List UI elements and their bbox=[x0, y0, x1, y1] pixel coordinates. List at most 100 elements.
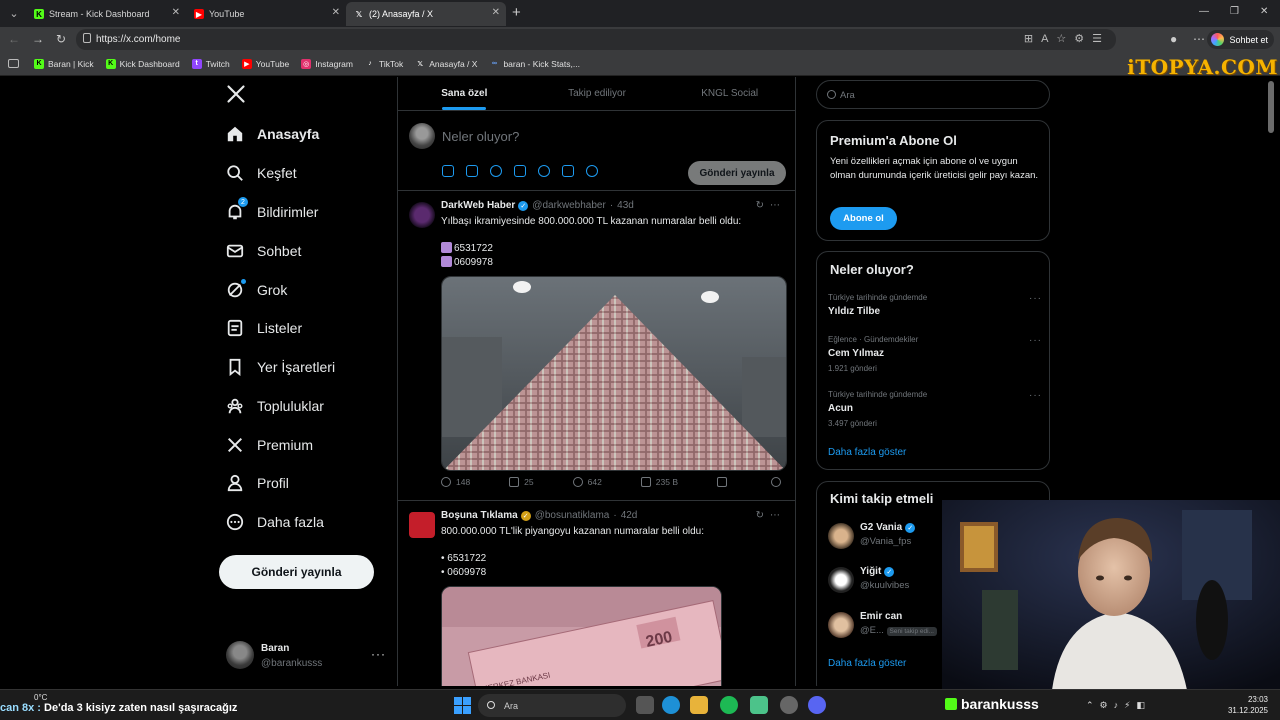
clock[interactable]: 23:03 31.12.2025 bbox=[1228, 694, 1268, 716]
nav-grok[interactable]: Grok bbox=[226, 275, 287, 305]
discord-icon[interactable] bbox=[808, 696, 826, 714]
tab-actions-menu[interactable]: ⌄ bbox=[4, 4, 24, 23]
post-button[interactable]: Gönderi yayınla bbox=[219, 555, 374, 589]
maximize-icon[interactable]: ❐ bbox=[1230, 6, 1239, 17]
views-button[interactable]: 235 B bbox=[640, 477, 678, 487]
author-name: DarkWeb Haber bbox=[441, 200, 516, 211]
back-icon[interactable]: ← bbox=[8, 32, 20, 46]
system-tray[interactable]: ⌃⚙♪⚡◧ bbox=[1086, 700, 1151, 711]
tab-kick-dashboard[interactable]: K Stream - Kick Dashboard ✕ bbox=[26, 2, 186, 26]
tab-kngl-social[interactable]: KNGL Social bbox=[663, 77, 796, 110]
avatar[interactable] bbox=[409, 202, 435, 228]
post-menu[interactable]: ↻⋯ bbox=[756, 200, 786, 211]
schedule-icon[interactable] bbox=[562, 165, 574, 177]
bookmark-kick-dashboard[interactable]: K Kick Dashboard bbox=[105, 58, 180, 69]
bookmark-x[interactable]: 𝕏 Anasayfa / X bbox=[415, 59, 477, 69]
trend-count: 3.497 gönderi bbox=[828, 419, 877, 428]
spotify-icon[interactable] bbox=[720, 696, 738, 714]
bookmark-button[interactable] bbox=[717, 477, 732, 487]
copilot-chat-button[interactable]: Sohbet et bbox=[1207, 30, 1274, 49]
forward-icon[interactable]: → bbox=[32, 32, 44, 46]
sidebar-toggle-icon[interactable] bbox=[8, 59, 19, 68]
nav-lists[interactable]: Listeler bbox=[226, 313, 302, 343]
nav-home[interactable]: Anasayfa bbox=[226, 119, 319, 149]
post-image[interactable]: 200 MERKEZ BANKASI bbox=[441, 586, 722, 686]
post-author[interactable]: DarkWeb Haber ✓ @darkwebhaber · 43d bbox=[441, 200, 634, 211]
profile-icon[interactable]: ● bbox=[1170, 32, 1177, 46]
chat-user: can 8x : bbox=[0, 702, 41, 714]
nav-more[interactable]: Daha fazla bbox=[226, 507, 324, 537]
close-icon[interactable]: ✕ bbox=[172, 7, 180, 18]
search-input[interactable]: Ara bbox=[816, 80, 1050, 109]
follow-suggestion[interactable]: Emir can @E... Seni takip edi... bbox=[828, 610, 948, 642]
bookmark-instagram[interactable]: ◎ Instagram bbox=[301, 58, 353, 69]
x-logo-icon[interactable] bbox=[226, 84, 246, 104]
subscribe-button[interactable]: Abone ol bbox=[830, 207, 897, 230]
poll-icon[interactable] bbox=[514, 165, 526, 177]
location-icon[interactable] bbox=[586, 165, 598, 177]
follow-suggestion[interactable]: G2 Vania ✓ @Vania_fps bbox=[828, 521, 948, 553]
close-icon[interactable]: ✕ bbox=[492, 7, 500, 18]
trend-item[interactable]: Eğlence · Gündemdekiler Cem Yılmaz 1.921… bbox=[828, 335, 1042, 373]
gif-icon[interactable] bbox=[466, 165, 478, 177]
reply-button[interactable]: 148 bbox=[441, 477, 470, 487]
post-image[interactable] bbox=[441, 276, 787, 471]
like-button[interactable]: 642 bbox=[572, 477, 602, 487]
nav-profile[interactable]: Profil bbox=[226, 468, 289, 498]
close-icon[interactable]: ✕ bbox=[332, 7, 340, 18]
more-icon[interactable]: ··· bbox=[371, 647, 386, 661]
bookmark-youtube[interactable]: ▶ YouTube bbox=[241, 58, 289, 69]
tab-following[interactable]: Takip ediliyor bbox=[531, 77, 664, 110]
new-tab-button[interactable]: + bbox=[512, 4, 521, 21]
weather-widget[interactable]: 0°C bbox=[34, 693, 47, 702]
address-actions[interactable]: ⊞A☆⚙☰ bbox=[1024, 32, 1110, 45]
steam-icon[interactable] bbox=[780, 696, 798, 714]
account-switcher[interactable]: Baran @barankusss ··· bbox=[226, 639, 386, 673]
more-icon[interactable]: ··· bbox=[1029, 335, 1042, 346]
nav-communities[interactable]: Topluluklar bbox=[226, 391, 324, 421]
file-explorer-icon[interactable] bbox=[690, 696, 708, 714]
bookmark-tiktok[interactable]: ♪ TikTok bbox=[365, 59, 403, 69]
more-icon[interactable]: ··· bbox=[1029, 390, 1042, 401]
taskbar-search[interactable]: Ara bbox=[478, 694, 626, 717]
trend-item[interactable]: Türkiye tarihinde gündemde Yıldız Tilbe … bbox=[828, 293, 1042, 317]
tab-youtube[interactable]: ▶ YouTube ✕ bbox=[186, 2, 346, 26]
minimize-icon[interactable]: — bbox=[1199, 6, 1209, 17]
reload-icon[interactable]: ↻ bbox=[56, 32, 66, 46]
post-author[interactable]: Boşuna Tıklama ✓ @bosunatiklama · 42d bbox=[441, 510, 637, 521]
edge-icon[interactable] bbox=[662, 696, 680, 714]
follow-suggestion[interactable]: Yiğit ✓ @kuulvibes bbox=[828, 565, 948, 597]
share-button[interactable] bbox=[770, 477, 786, 487]
post[interactable]: DarkWeb Haber ✓ @darkwebhaber · 43d ↻⋯ Y… bbox=[398, 192, 796, 501]
post[interactable]: Boşuna Tıklama ✓ @bosunatiklama · 42d ↻⋯… bbox=[398, 502, 796, 686]
composer-post-button[interactable]: Gönderi yayınla bbox=[688, 161, 786, 185]
avatar[interactable] bbox=[409, 512, 435, 538]
nav-explore[interactable]: Keşfet bbox=[226, 158, 297, 188]
bookmark-twitch[interactable]: t Twitch bbox=[191, 58, 230, 69]
app-icon[interactable] bbox=[750, 696, 768, 714]
trends-show-more-link[interactable]: Daha fazla göster bbox=[828, 447, 906, 458]
tab-for-you[interactable]: Sana özel bbox=[398, 77, 531, 110]
nav-bookmarks[interactable]: Yer İşaretleri bbox=[226, 352, 335, 382]
nav-notifications[interactable]: 2 Bildirimler bbox=[226, 197, 318, 227]
bookmark-kick-stats[interactable]: ∞ baran - Kick Stats,... bbox=[489, 59, 580, 69]
url-input[interactable]: https://x.com/home bbox=[76, 29, 1116, 50]
repost-button[interactable]: 25 bbox=[509, 477, 534, 487]
page-scrollbar[interactable] bbox=[1268, 81, 1274, 133]
bookmark-baran-kick[interactable]: K Baran | Kick bbox=[34, 58, 94, 69]
windows-start-icon[interactable] bbox=[454, 697, 471, 714]
task-view-icon[interactable] bbox=[636, 696, 654, 714]
nav-premium[interactable]: Premium bbox=[226, 430, 313, 460]
nav-chat[interactable]: Sohbet bbox=[226, 236, 301, 266]
trend-item[interactable]: Türkiye tarihinde gündemde Acun 3.497 gö… bbox=[828, 390, 1042, 428]
image-icon[interactable] bbox=[442, 165, 454, 177]
grok-icon[interactable] bbox=[490, 165, 502, 177]
window-close-icon[interactable]: ✕ bbox=[1260, 6, 1268, 17]
tab-x-home[interactable]: 𝕏 (2) Anasayfa / X ✕ bbox=[346, 2, 506, 26]
emoji-icon[interactable] bbox=[538, 165, 550, 177]
follow-show-more-link[interactable]: Daha fazla göster bbox=[828, 658, 906, 669]
more-icon[interactable]: ⋯ bbox=[1193, 32, 1205, 46]
composer-input[interactable]: Neler oluyor? bbox=[442, 129, 519, 144]
post-menu[interactable]: ↻⋯ bbox=[756, 510, 786, 521]
more-icon[interactable]: ··· bbox=[1029, 293, 1042, 304]
